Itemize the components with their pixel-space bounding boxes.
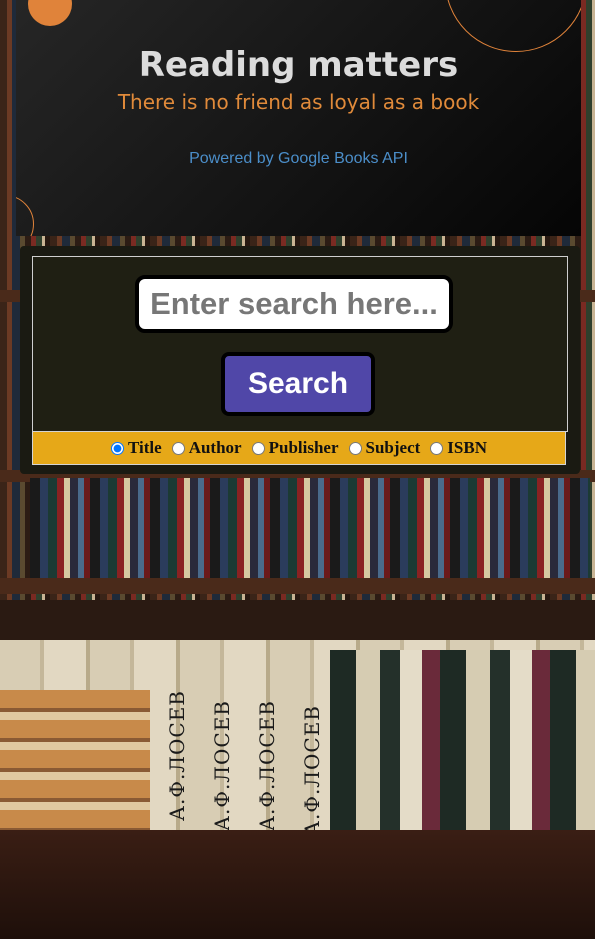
search-filter-bar: Title Author Publisher Subject ISBN [32, 431, 566, 465]
search-input[interactable] [135, 275, 453, 333]
filter-option-author[interactable]: Author [171, 438, 242, 458]
filter-label: Publisher [268, 438, 339, 457]
filter-option-publisher[interactable]: Publisher [251, 438, 339, 458]
book-spine-text: А.Ф.ЛОСЕВ [255, 700, 279, 832]
tagline: There is no friend as loyal as a book [117, 90, 480, 114]
filter-label: ISBN [447, 438, 487, 457]
filter-label: Subject [365, 438, 421, 457]
search-panel: Search Title Author Publisher Subject IS… [20, 246, 580, 474]
filter-radio-title[interactable] [111, 441, 125, 455]
filter-label: Title [128, 438, 162, 457]
shelf-board [0, 578, 595, 594]
book-spine-text: А.Ф.ЛОСЕВ [210, 700, 234, 832]
filter-option-subject[interactable]: Subject [348, 438, 421, 458]
book-pile-dark [330, 650, 595, 840]
filter-radio-isbn[interactable] [430, 441, 444, 455]
powered-by-text: Powered by Google Books API [189, 150, 408, 167]
filter-radio-subject[interactable] [348, 441, 362, 455]
filter-option-isbn[interactable]: ISBN [430, 438, 487, 458]
shelf-books-row [30, 478, 590, 578]
old-books-stack [0, 690, 150, 830]
search-box-container: Search [32, 256, 568, 432]
decorative-circle [28, 0, 72, 26]
filter-label: Author [188, 438, 242, 457]
filter-radio-publisher[interactable] [251, 441, 265, 455]
filter-radio-author[interactable] [171, 441, 185, 455]
search-button[interactable]: Search [221, 352, 375, 416]
book-spine-text: А.Ф.ЛОСЕВ [165, 690, 189, 822]
book-spine-text: А.Ф.ЛОСЕВ [300, 705, 324, 837]
decorative-arc [16, 195, 34, 236]
hero-banner: Reading matters There is no friend as lo… [16, 0, 581, 236]
page-title: Reading matters [138, 45, 459, 85]
table-surface [0, 830, 595, 939]
filter-option-title[interactable]: Title [111, 438, 162, 458]
